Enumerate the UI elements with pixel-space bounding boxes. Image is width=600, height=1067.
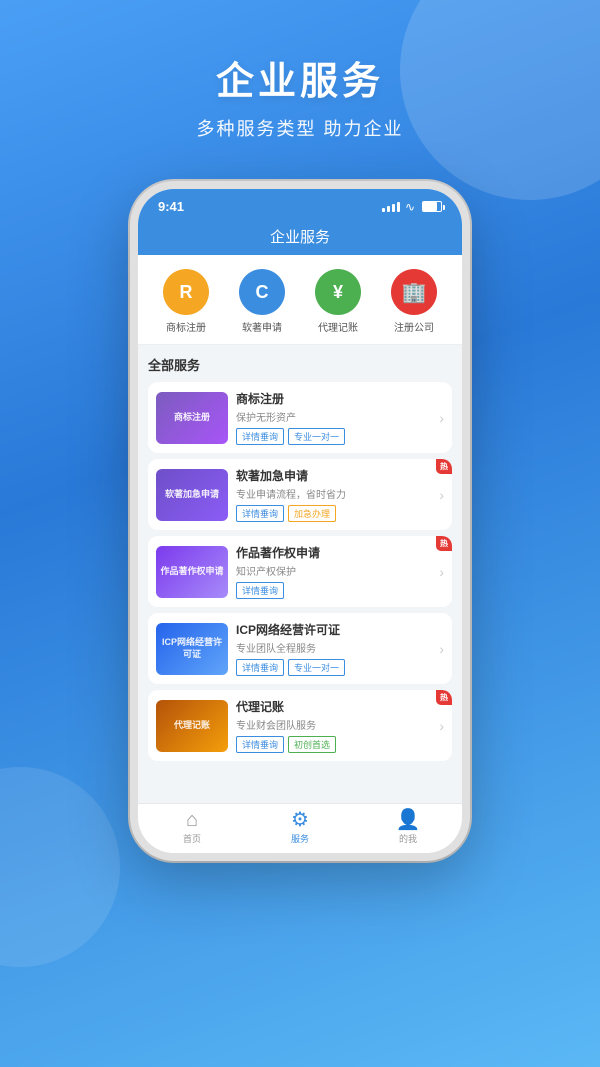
- tag-detail-acc[interactable]: 详情垂询: [236, 736, 284, 753]
- phone-frame: 9:41 ∿ 企业服务 R: [130, 181, 470, 861]
- service-info-software: 软著加急申请 专业申请流程，省时省力 详情垂询 加急办理: [236, 467, 431, 522]
- service-desc-icp: 专业团队全程服务: [236, 640, 431, 655]
- service-thumb-icp: ICP网络经营许可证: [156, 623, 228, 675]
- chevron-right-icon-cp: ›: [439, 564, 444, 580]
- phone-mockup: 9:41 ∿ 企业服务 R: [130, 181, 470, 861]
- tag-detail-cp[interactable]: 详情垂询: [236, 582, 284, 599]
- battery-icon: [422, 201, 442, 212]
- tag-professional[interactable]: 专业一对一: [288, 428, 345, 445]
- quick-item-company[interactable]: 🏢 注册公司: [391, 269, 437, 334]
- service-item-copyright[interactable]: 热 作品著作权申请 作品著作权申请 知识产权保护 详情垂询 ›: [148, 536, 452, 607]
- bg-decoration-circle-bottom: [0, 767, 120, 967]
- chevron-right-icon: ›: [439, 410, 444, 426]
- hot-badge-copyright: 热: [436, 536, 452, 551]
- service-tags-copyright: 详情垂询: [236, 582, 431, 599]
- software-label: 软著申请: [242, 319, 282, 334]
- tag-detail-sw[interactable]: 详情垂询: [236, 505, 284, 522]
- app-navbar-title: 企业服务: [270, 229, 330, 246]
- page-subtitle: 多种服务类型 助力企业: [20, 115, 580, 141]
- service-item-icp[interactable]: ICP网络经营许可证 ICP网络经营许可证 专业团队全程服务 详情垂询 专业一对…: [148, 613, 452, 684]
- service-info-copyright: 作品著作权申请 知识产权保护 详情垂询: [236, 544, 431, 599]
- service-name-trademark: 商标注册: [236, 390, 431, 407]
- service-info-icp: ICP网络经营许可证 专业团队全程服务 详情垂询 专业一对一: [236, 621, 431, 676]
- service-desc-copyright: 知识产权保护: [236, 563, 431, 578]
- tag-startup[interactable]: 初创首选: [288, 736, 336, 753]
- app-navbar: 企业服务: [138, 220, 462, 255]
- status-time: 9:41: [158, 199, 184, 214]
- tab-services-label: 服务: [291, 832, 309, 845]
- service-name-icp: ICP网络经营许可证: [236, 621, 431, 638]
- tab-mine-label: 的我: [399, 832, 417, 845]
- phone-content: R 商标注册 C 软著申请 ¥ 代理记账 🏢 注册公司 全部服务: [138, 255, 462, 853]
- chevron-right-icon-icp: ›: [439, 641, 444, 657]
- chevron-right-icon-acc: ›: [439, 718, 444, 734]
- service-name-software: 软著加急申请: [236, 467, 431, 484]
- services-section: 全部服务 商标注册 商标注册 保护无形资产 详情垂询 专业一对一: [138, 345, 462, 803]
- service-list: 商标注册 商标注册 保护无形资产 详情垂询 专业一对一 ›: [148, 382, 452, 761]
- service-item-accounting[interactable]: 热 代理记账 代理记账 专业财会团队服务 详情垂询 初创首选 ›: [148, 690, 452, 761]
- quick-item-trademark[interactable]: R 商标注册: [163, 269, 209, 334]
- quick-icons-row: R 商标注册 C 软著申请 ¥ 代理记账 🏢 注册公司: [138, 255, 462, 345]
- accounting-quick-label: 代理记账: [318, 319, 358, 334]
- wifi-icon: ∿: [405, 200, 415, 214]
- home-icon: ⌂: [186, 810, 198, 830]
- tag-pro-icp[interactable]: 专业一对一: [288, 659, 345, 676]
- service-thumb-accounting: 代理记账: [156, 700, 228, 752]
- company-label: 注册公司: [394, 319, 434, 334]
- service-tags-software: 详情垂询 加急办理: [236, 505, 431, 522]
- tag-detail[interactable]: 详情垂询: [236, 428, 284, 445]
- service-item-software-urgent[interactable]: 热 软著加急申请 软著加急申请 专业申请流程，省时省力 详情垂询 加急办理: [148, 459, 452, 530]
- hot-badge-accounting: 热: [436, 690, 452, 705]
- service-thumb-copyright: 作品著作权申请: [156, 546, 228, 598]
- tag-urgent[interactable]: 加急办理: [288, 505, 336, 522]
- status-bar: 9:41 ∿: [138, 189, 462, 220]
- hot-badge-software: 热: [436, 459, 452, 474]
- tab-services[interactable]: ⚙ 服务: [246, 810, 354, 845]
- software-icon-circle: C: [239, 269, 285, 315]
- services-icon: ⚙: [291, 810, 309, 830]
- service-tags-accounting: 详情垂询 初创首选: [236, 736, 431, 753]
- service-info-accounting: 代理记账 专业财会团队服务 详情垂询 初创首选: [236, 698, 431, 753]
- company-icon-circle: 🏢: [391, 269, 437, 315]
- service-name-copyright: 作品著作权申请: [236, 544, 431, 561]
- quick-item-accounting[interactable]: ¥ 代理记账: [315, 269, 361, 334]
- service-thumb-software: 软著加急申请: [156, 469, 228, 521]
- status-icons: ∿: [382, 200, 442, 214]
- section-title: 全部服务: [148, 355, 452, 374]
- top-header: 企业服务 多种服务类型 助力企业: [0, 0, 600, 161]
- tab-home-label: 首页: [183, 832, 201, 845]
- mine-icon: 👤: [396, 810, 421, 830]
- service-tags-trademark: 详情垂询 专业一对一: [236, 428, 431, 445]
- trademark-icon-circle: R: [163, 269, 209, 315]
- quick-item-software[interactable]: C 软著申请: [239, 269, 285, 334]
- tab-mine[interactable]: 👤 的我: [354, 810, 462, 845]
- page-title: 企业服务: [20, 50, 580, 105]
- service-desc-trademark: 保护无形资产: [236, 409, 431, 424]
- service-desc-software: 专业申请流程，省时省力: [236, 486, 431, 501]
- tab-home[interactable]: ⌂ 首页: [138, 810, 246, 845]
- tag-detail-icp[interactable]: 详情垂询: [236, 659, 284, 676]
- service-info-trademark: 商标注册 保护无形资产 详情垂询 专业一对一: [236, 390, 431, 445]
- trademark-label: 商标注册: [166, 319, 206, 334]
- service-desc-accounting: 专业财会团队服务: [236, 717, 431, 732]
- service-item-trademark[interactable]: 商标注册 商标注册 保护无形资产 详情垂询 专业一对一 ›: [148, 382, 452, 453]
- chevron-right-icon-sw: ›: [439, 487, 444, 503]
- signal-icon: [382, 202, 400, 212]
- accounting-icon-circle: ¥: [315, 269, 361, 315]
- service-name-accounting: 代理记账: [236, 698, 431, 715]
- service-thumb-trademark: 商标注册: [156, 392, 228, 444]
- service-tags-icp: 详情垂询 专业一对一: [236, 659, 431, 676]
- bottom-tab-bar: ⌂ 首页 ⚙ 服务 👤 的我: [138, 803, 462, 853]
